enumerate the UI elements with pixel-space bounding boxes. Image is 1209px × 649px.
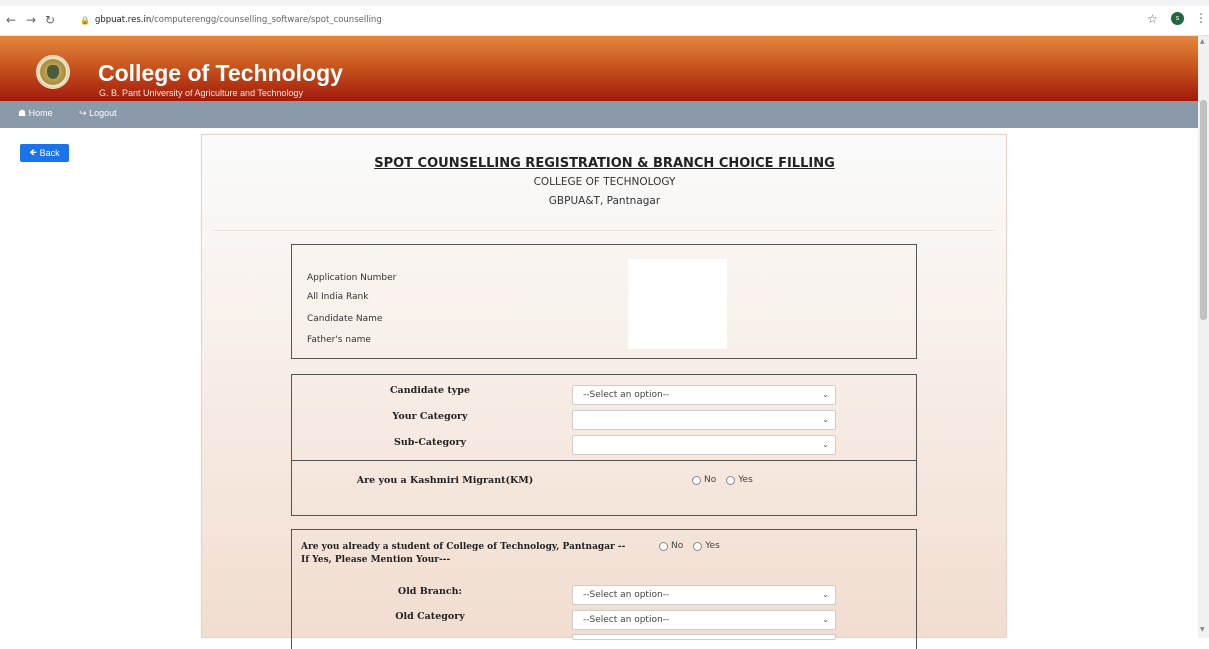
existing-student-note: If Yes, Please Mention Your--- xyxy=(301,555,451,565)
existing-student-no-label: No xyxy=(671,541,684,551)
candidate-type-value: --Select an option-- xyxy=(583,390,670,400)
application-number-label: Application Number xyxy=(307,273,397,283)
existing-student-radio-group: No Yes xyxy=(659,541,720,551)
nav-home-label: Home xyxy=(28,108,53,118)
nav-logout-link[interactable]: ↪ Logout xyxy=(79,108,117,119)
radio-icon[interactable] xyxy=(693,541,703,551)
category-divider xyxy=(291,460,916,461)
existing-student-question: Are you already a student of College of … xyxy=(301,542,626,552)
nav-logout-label: Logout xyxy=(89,108,117,118)
next-select-partial[interactable] xyxy=(572,634,836,640)
form-title: SPOT COUNSELLING REGISTRATION & BRANCH C… xyxy=(374,156,835,171)
chevron-down-icon: ⌄ xyxy=(822,415,829,424)
site-title: College of Technology xyxy=(98,60,343,86)
url-host: gbpuat.res.in xyxy=(94,15,152,25)
radio-icon[interactable] xyxy=(692,475,701,485)
old-branch-value: --Select an option-- xyxy=(583,590,670,600)
title-divider xyxy=(213,230,995,231)
kashmiri-no-label: No xyxy=(704,475,717,485)
candidate-type-select[interactable]: --Select an option-- ⌄ xyxy=(572,385,836,405)
tab-strip xyxy=(0,0,1209,6)
chevron-down-icon: ⌄ xyxy=(822,590,829,599)
site-header: College of Technology G. B. Pant Univers… xyxy=(0,36,1198,101)
site-subtitle: G. B. Pant University of Agriculture and… xyxy=(99,88,303,98)
old-branch-label: Old Branch: xyxy=(397,586,463,597)
home-icon: ☗ xyxy=(18,108,27,118)
sub-category-label: Sub-Category xyxy=(393,437,466,448)
back-arrow-icon[interactable]: ← xyxy=(6,13,16,27)
radio-icon[interactable] xyxy=(659,541,668,551)
old-category-select[interactable]: --Select an option-- ⌄ xyxy=(572,610,836,630)
browser-toolbar: ← → ↻ 🔒 gbpuat.res.in/computerengg/couns… xyxy=(0,0,1209,36)
university-logo xyxy=(36,55,70,89)
old-category-label: Old Category xyxy=(395,611,465,622)
existing-student-yes-option[interactable]: Yes xyxy=(693,541,720,551)
old-category-value: --Select an option-- xyxy=(583,615,670,625)
scroll-up-icon[interactable]: ▲ xyxy=(1200,38,1205,45)
lock-icon: 🔒 xyxy=(80,15,90,25)
forward-arrow-icon[interactable]: → xyxy=(26,13,36,27)
radio-icon[interactable] xyxy=(726,475,736,485)
logout-icon: ↪ xyxy=(79,108,87,118)
reload-icon[interactable]: ↻ xyxy=(45,13,55,27)
scroll-down-icon[interactable]: ▼ xyxy=(1200,626,1205,633)
candidate-name-label: Candidate Name xyxy=(307,314,383,324)
candidate-photo xyxy=(628,259,727,349)
bookmark-star-icon[interactable]: ☆ xyxy=(1147,12,1158,26)
kashmiri-yes-label: Yes xyxy=(738,475,753,485)
menu-kebab-icon[interactable]: ⋮ xyxy=(1195,11,1207,25)
existing-student-yes-label: Yes xyxy=(705,541,720,551)
page-scrollbar[interactable]: ▲ ▼ xyxy=(1198,36,1209,638)
url-path: /computerengg/counselling_software/spot_… xyxy=(151,15,382,25)
chevron-down-icon: ⌄ xyxy=(822,390,829,399)
old-branch-select[interactable]: --Select an option-- ⌄ xyxy=(572,585,836,605)
address-bar[interactable]: 🔒 gbpuat.res.in/computerengg/counselling… xyxy=(80,10,382,30)
kashmiri-migrant-radio-group: No Yes xyxy=(692,475,753,485)
existing-student-no-option[interactable]: No xyxy=(659,541,683,551)
navbar: ☗ Home ↪ Logout xyxy=(0,101,1198,128)
candidate-type-label: Candidate type xyxy=(389,385,470,396)
kashmiri-no-option[interactable]: No xyxy=(692,475,716,485)
kashmiri-yes-option[interactable]: Yes xyxy=(726,475,753,485)
form-subtitle-location: GBPUA&T, Pantnagar xyxy=(548,195,661,207)
sub-category-select[interactable]: ⌄ xyxy=(572,435,836,455)
kashmiri-migrant-label: Are you a Kashmiri Migrant(KM) xyxy=(356,475,534,486)
category-select[interactable]: ⌄ xyxy=(572,410,836,430)
fathers-name-label: Father's name xyxy=(307,335,371,345)
chevron-down-icon: ⌄ xyxy=(822,615,829,624)
all-india-rank-label: All India Rank xyxy=(307,292,369,302)
chevron-down-icon: ⌄ xyxy=(822,440,829,449)
profile-avatar[interactable]: s xyxy=(1171,12,1184,25)
candidate-info-box xyxy=(291,244,917,359)
scrollbar-thumb[interactable] xyxy=(1200,100,1207,320)
category-label: Your Category xyxy=(392,411,468,422)
form-subtitle-college: COLLEGE OF TECHNOLOGY xyxy=(533,176,676,188)
nav-home-link[interactable]: ☗ Home xyxy=(18,108,53,119)
